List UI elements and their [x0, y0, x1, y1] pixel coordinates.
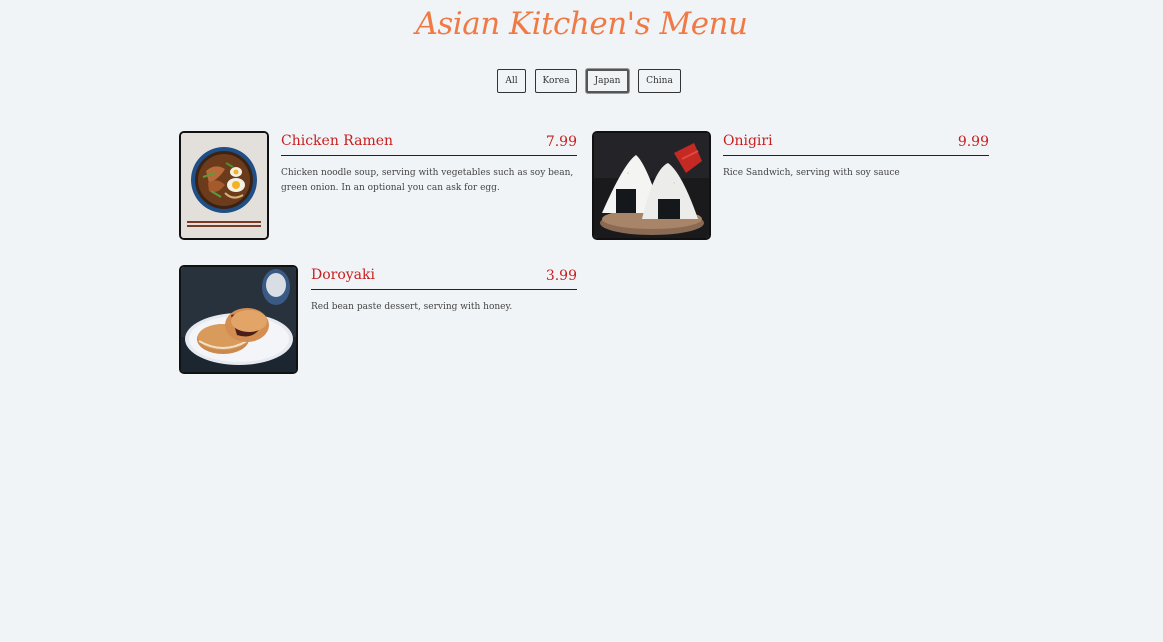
item-price: 7.99: [545, 134, 577, 150]
item-description: Red bean paste dessert, serving with hon…: [311, 302, 513, 312]
item-price: 3.99: [545, 268, 577, 284]
item-name: Chicken Ramen: [281, 133, 394, 149]
item-header: Doroyaki 3.99: [311, 265, 577, 290]
filter-korea-button[interactable]: Korea: [535, 69, 577, 93]
dorayaki-photo: [179, 265, 298, 374]
onigiri-illustration: [594, 133, 709, 238]
filter-japan-button[interactable]: Japan: [586, 69, 629, 93]
item-name: Onigiri: [723, 133, 773, 149]
item-price: 9.99: [957, 134, 989, 150]
onigiri-photo: [592, 131, 711, 240]
ramen-bowl-photo: [179, 131, 269, 240]
ramen-bowl-illustration: [181, 133, 267, 238]
item-header: Chicken Ramen 7.99: [281, 131, 577, 156]
item-header: Onigiri 9.99: [723, 131, 989, 156]
page-title: Asian Kitchen's Menu: [415, 6, 748, 42]
item-description: Rice Sandwich, serving with soy sauce: [723, 168, 900, 178]
item-description: Chicken noodle soup, serving with vegeta…: [281, 168, 574, 193]
dorayaki-illustration: [181, 267, 296, 372]
item-name: Doroyaki: [311, 267, 375, 283]
filter-china-button[interactable]: China: [638, 69, 681, 93]
filter-all-button[interactable]: All: [497, 69, 526, 93]
